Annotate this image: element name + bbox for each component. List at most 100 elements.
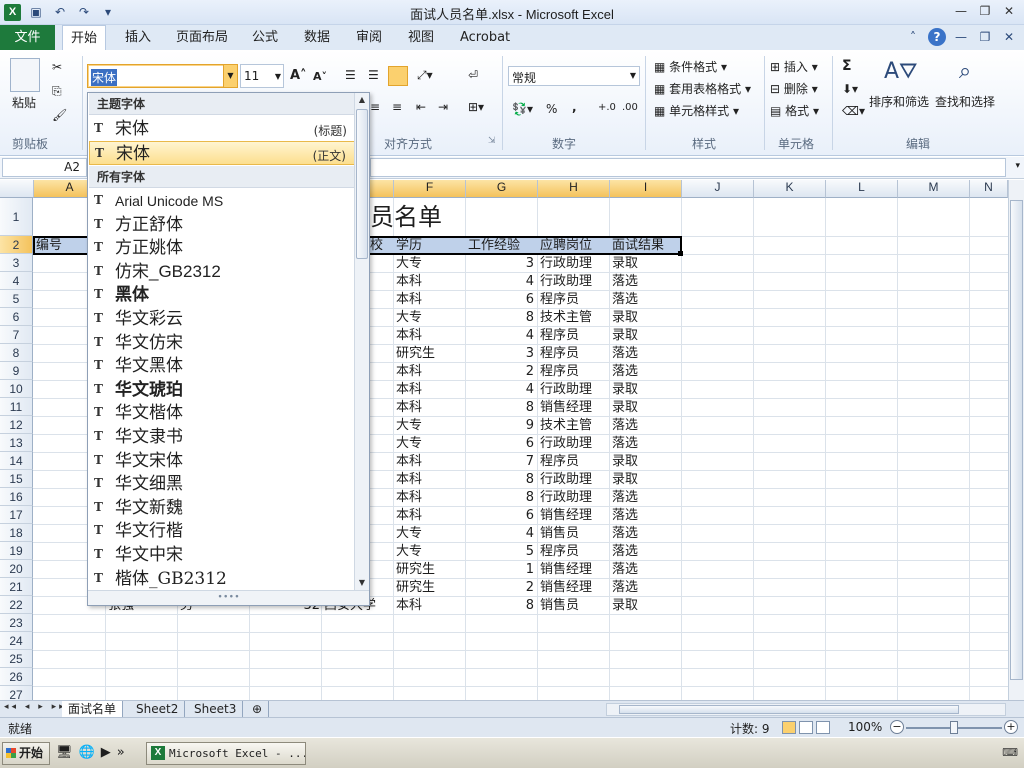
close-button[interactable]: ✕ — [998, 2, 1020, 20]
scroll-down-icon[interactable]: ▼ — [355, 576, 369, 590]
table-cell[interactable]: 录取 — [612, 381, 682, 398]
table-cell[interactable]: 4 — [466, 327, 534, 344]
vertical-scrollbar[interactable] — [1008, 180, 1024, 700]
table-cell[interactable]: 落选 — [612, 525, 682, 542]
table-cell[interactable]: 6 — [466, 507, 534, 524]
table-cell[interactable]: 8 — [466, 471, 534, 488]
font-option[interactable]: T 华文新魏 — [89, 496, 355, 520]
table-cell[interactable]: 大专 — [396, 255, 466, 272]
sheet-tab-sheet3[interactable]: Sheet3 — [188, 701, 244, 718]
row-header[interactable]: 23 — [0, 614, 33, 632]
format-as-table-button[interactable]: ▦ 套用表格格式 ▾ — [654, 80, 751, 97]
table-cell[interactable]: 大专 — [396, 435, 466, 452]
column-header-m[interactable]: M — [898, 180, 970, 198]
table-cell[interactable]: 落选 — [612, 489, 682, 506]
find-select-button[interactable]: 查找和选择 — [935, 93, 995, 110]
page-layout-view-icon[interactable] — [799, 721, 813, 734]
browser-icon[interactable]: 🌐 — [79, 745, 95, 760]
align-center-icon[interactable]: ≡ — [370, 100, 380, 114]
header-cell-experience[interactable]: 工作经验 — [468, 237, 520, 254]
table-cell[interactable]: 程序员 — [540, 327, 610, 344]
shrink-font-button[interactable]: A˅ — [313, 70, 327, 83]
sort-filter-button[interactable]: 排序和筛选 — [869, 93, 929, 110]
table-cell[interactable]: 本科 — [396, 291, 466, 308]
zoom-level[interactable]: 100% — [848, 720, 882, 734]
sheet-tab-sheet2[interactable]: Sheet2 — [130, 701, 186, 718]
number-format-combo[interactable]: 常规 ▼ — [508, 66, 640, 86]
table-cell[interactable]: 3 — [466, 345, 534, 362]
table-cell[interactable]: 销售员 — [540, 597, 610, 614]
quick-launch-more-icon[interactable]: » — [117, 745, 125, 760]
table-cell[interactable]: 行政助理 — [540, 381, 610, 398]
align-right-icon[interactable]: ≡ — [392, 100, 402, 114]
font-name-input[interactable]: 宋体 — [91, 69, 118, 86]
cut-icon[interactable]: ✂ — [52, 60, 62, 74]
table-cell[interactable]: 8 — [466, 489, 534, 506]
header-cell-position[interactable]: 应聘岗位 — [540, 237, 592, 254]
workbook-close-icon[interactable]: ✕ — [1000, 28, 1018, 46]
expand-formula-bar-icon[interactable]: ▾ — [1015, 161, 1020, 171]
number-format-dropdown-icon[interactable]: ▼ — [630, 71, 636, 80]
row-header[interactable]: 2 — [0, 236, 33, 254]
resize-grip-icon[interactable]: ∙∙∙∙ — [88, 590, 369, 605]
decrease-decimal-icon[interactable]: .00 — [622, 102, 638, 113]
table-cell[interactable]: 8 — [466, 597, 534, 614]
font-option[interactable]: T 华文宋体 — [89, 449, 355, 473]
column-header-f[interactable]: F — [394, 180, 466, 198]
table-cell[interactable]: 行政助理 — [540, 489, 610, 506]
table-cell[interactable]: 销售员 — [540, 525, 610, 542]
table-cell[interactable]: 本科 — [396, 471, 466, 488]
media-icon[interactable]: ▶ — [101, 745, 111, 760]
font-list-scrollbar[interactable]: ▲ ▼ — [354, 93, 369, 590]
align-middle-icon[interactable]: ☰ — [368, 68, 379, 82]
row-header[interactable]: 11 — [0, 398, 33, 416]
column-header-g[interactable]: G — [466, 180, 538, 198]
align-bottom-icon[interactable] — [388, 66, 408, 86]
row-header[interactable]: 27 — [0, 686, 33, 700]
table-cell[interactable]: 录取 — [612, 453, 682, 470]
table-cell[interactable]: 本科 — [396, 507, 466, 524]
table-cell[interactable]: 录取 — [612, 597, 682, 614]
vertical-scroll-thumb[interactable] — [1010, 200, 1023, 680]
table-cell[interactable]: 本科 — [396, 453, 466, 470]
table-cell[interactable]: 3 — [466, 255, 534, 272]
table-cell[interactable]: 程序员 — [540, 363, 610, 380]
insert-cells-button[interactable]: ⊞ 插入 ▾ — [770, 58, 818, 75]
table-cell[interactable]: 大专 — [396, 525, 466, 542]
table-cell[interactable]: 8 — [466, 309, 534, 326]
copy-icon[interactable]: ⎘ — [52, 84, 62, 99]
row-header[interactable]: 6 — [0, 308, 33, 326]
table-cell[interactable]: 大专 — [396, 543, 466, 560]
header-cell-school[interactable]: 校 — [370, 237, 392, 254]
table-cell[interactable]: 程序员 — [540, 291, 610, 308]
restore-button[interactable]: ❐ — [974, 2, 996, 20]
font-size-dropdown-icon[interactable]: ▼ — [275, 72, 281, 81]
row-header[interactable]: 8 — [0, 344, 33, 362]
table-cell[interactable]: 6 — [466, 291, 534, 308]
font-option[interactable]: T 华文行楷 — [89, 519, 355, 543]
paste-icon[interactable] — [10, 58, 40, 92]
increase-indent-icon[interactable]: ⇥ — [438, 100, 448, 114]
row-header[interactable]: 7 — [0, 326, 33, 344]
table-cell[interactable]: 销售经理 — [540, 399, 610, 416]
table-cell[interactable]: 程序员 — [540, 543, 610, 560]
clear-icon[interactable]: ⌫▾ — [842, 104, 865, 118]
row-header[interactable]: 12 — [0, 416, 33, 434]
column-header-n[interactable]: N — [970, 180, 1008, 198]
row-header[interactable]: 24 — [0, 632, 33, 650]
sort-filter-icon[interactable]: A⛛ — [884, 58, 918, 88]
table-cell[interactable]: 本科 — [396, 327, 466, 344]
orientation-icon[interactable]: ⤢▾ — [417, 68, 433, 83]
font-name-combo[interactable]: 宋体 ▼ — [87, 64, 238, 88]
table-cell[interactable]: 8 — [466, 399, 534, 416]
taskbar-excel-button[interactable]: Microsoft Excel - ... — [146, 742, 306, 765]
font-option[interactable]: T 方正舒体 — [89, 213, 355, 237]
sheet-tab-interview[interactable]: 面试名单 — [62, 701, 124, 718]
header-cell-education[interactable]: 学历 — [396, 237, 422, 254]
grow-font-button[interactable]: A˄ — [290, 68, 307, 83]
row-header[interactable]: 15 — [0, 470, 33, 488]
row-header[interactable]: 14 — [0, 452, 33, 470]
tab-page-layout[interactable]: 页面布局 — [168, 25, 236, 50]
scroll-up-icon[interactable]: ▲ — [355, 93, 369, 107]
font-option[interactable]: T 华文琥珀 — [89, 378, 355, 402]
